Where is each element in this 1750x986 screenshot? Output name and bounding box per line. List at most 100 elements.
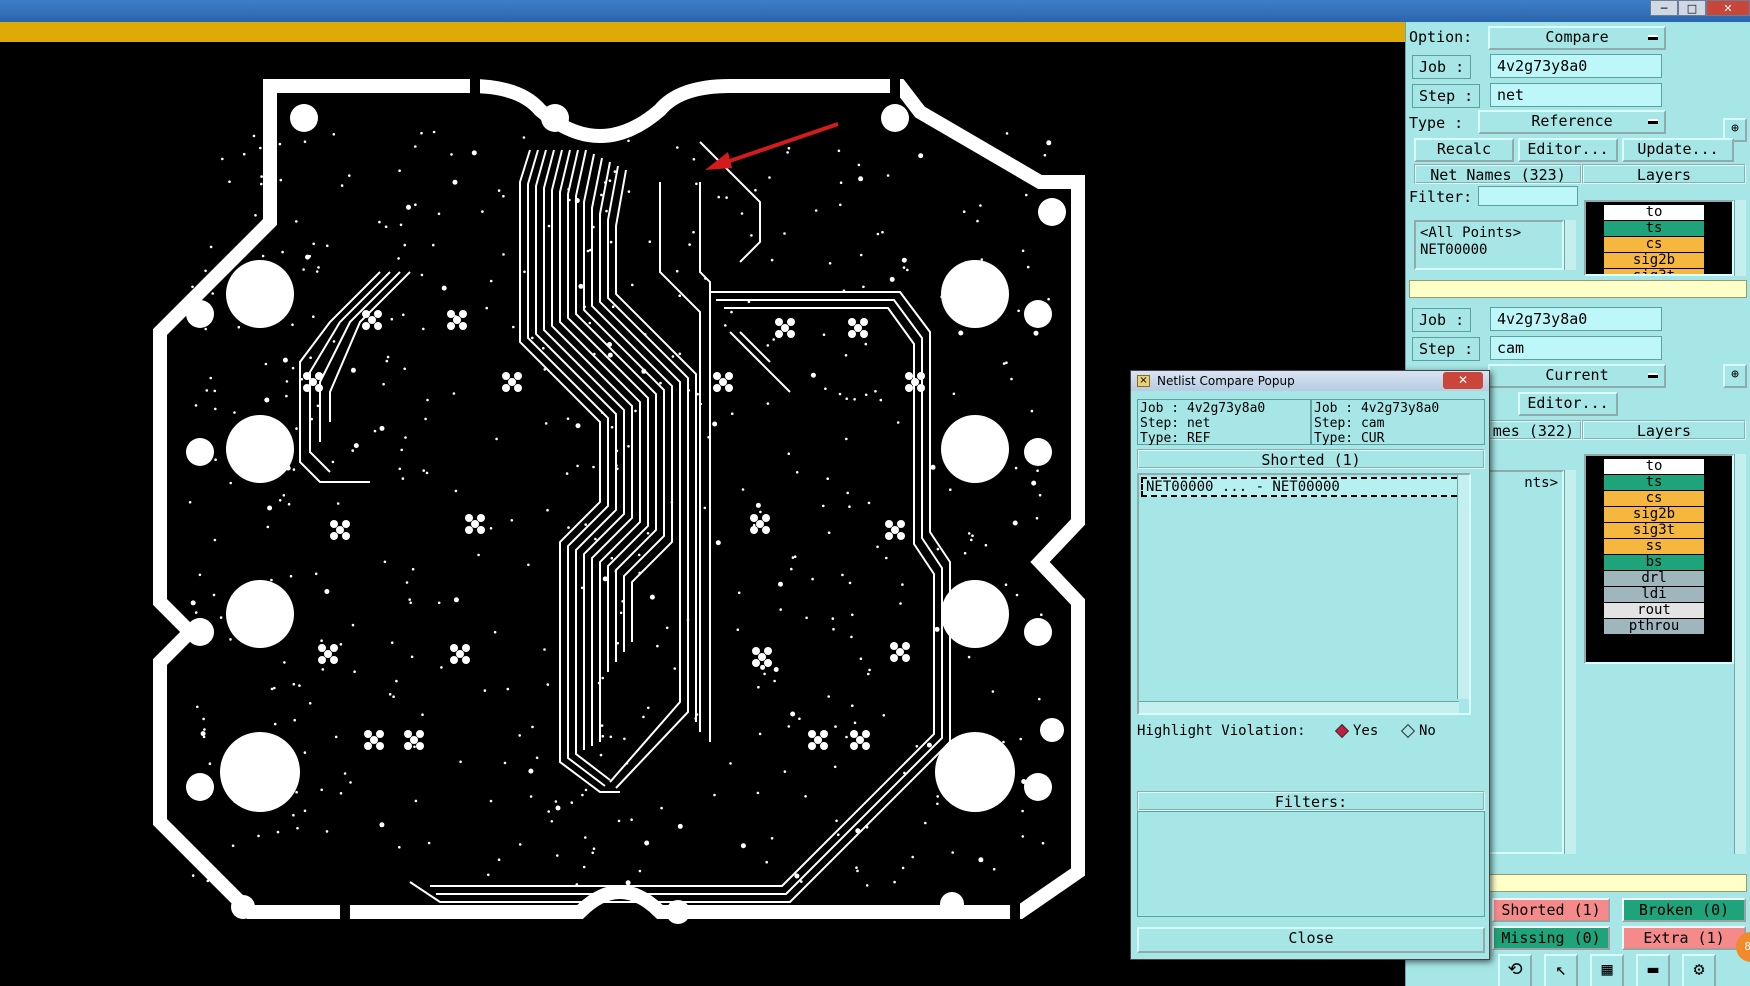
via-dot	[600, 193, 603, 197]
shorted-item[interactable]: NET00000 ... - NET00000	[1141, 477, 1467, 497]
cur-editor-button[interactable]: Editor...	[1518, 392, 1618, 416]
via-dot	[992, 777, 996, 780]
layer-item-ldi[interactable]: ldi	[1604, 587, 1704, 602]
via-dot	[383, 560, 387, 564]
ref-type-label: Type:	[1140, 431, 1180, 446]
popup-title-bar[interactable]: × Netlist Compare Popup ✕	[1131, 371, 1489, 391]
via-dot	[1010, 377, 1013, 381]
update-button[interactable]: Update...	[1622, 138, 1734, 162]
highlight-yes-radio[interactable]: Yes	[1334, 723, 1378, 739]
via-dot	[522, 136, 526, 139]
layer-item-bs[interactable]: bs	[1604, 555, 1704, 570]
via-dot	[725, 196, 728, 199]
via-dot	[211, 292, 214, 295]
layer-item-drl[interactable]: drl	[1604, 571, 1704, 586]
ref-editor-button[interactable]: Editor...	[1518, 138, 1618, 162]
close-window-button[interactable]: ✕	[1706, 0, 1750, 16]
highlight-no-radio[interactable]: No	[1400, 723, 1436, 739]
via-dot	[378, 220, 381, 224]
maximize-button[interactable]: □	[1678, 0, 1706, 16]
layer-item-ss[interactable]: ss	[1604, 539, 1704, 554]
zoom-icon[interactable]: ⊕	[1723, 364, 1747, 388]
layer-item-ts[interactable]: ts	[1604, 475, 1704, 490]
via-dot	[644, 840, 650, 846]
layer-item-sig2b[interactable]: sig2b	[1604, 507, 1704, 522]
layer-item-rout[interactable]: rout	[1604, 603, 1704, 618]
shorted-hscrollbar[interactable]	[1139, 701, 1459, 713]
via-dot	[647, 706, 650, 710]
layer-item-to[interactable]: to	[1604, 205, 1704, 220]
via-dot	[976, 278, 979, 281]
ref-layer-list[interactable]: to ts cs sig2b sig3t	[1584, 200, 1734, 276]
net-item[interactable]: <All Points>	[1420, 225, 1558, 242]
recalc-button[interactable]: Recalc	[1414, 138, 1514, 162]
via-dot	[963, 551, 967, 555]
cur-layer-scrollbar[interactable]	[1734, 454, 1746, 854]
via-dot	[988, 615, 992, 618]
via-dot	[283, 661, 286, 664]
via-dot	[750, 234, 753, 237]
ref-job-field[interactable]: 4v2g73y8a0	[1490, 54, 1662, 78]
via-dot	[839, 181, 843, 184]
via-dot	[853, 721, 857, 725]
via-dot	[924, 821, 927, 825]
via-dot	[855, 866, 858, 869]
cur-step-field[interactable]: cam	[1490, 336, 1662, 360]
via-dot	[730, 310, 733, 314]
via-dot	[885, 556, 888, 560]
layer-item-cs[interactable]: cs	[1604, 237, 1704, 252]
option-dropdown[interactable]: Compare	[1488, 26, 1666, 50]
close-button[interactable]: Close	[1137, 927, 1485, 953]
ref-net-names-header[interactable]: Net Names (323)	[1414, 164, 1582, 184]
via-dot	[554, 800, 558, 803]
shorted-header: Shorted (1)	[1137, 449, 1485, 469]
cur-net-scrollbar[interactable]	[1564, 470, 1576, 854]
signal-traces	[299, 141, 951, 903]
grid-view-icon[interactable]: ▦	[1590, 954, 1624, 986]
popup-close-x-button[interactable]: ✕	[1443, 372, 1483, 389]
via-dot	[992, 867, 996, 871]
layer-item-cs[interactable]: cs	[1604, 491, 1704, 506]
layer-item-pthrou[interactable]: pthrou	[1604, 619, 1704, 634]
via-dot	[264, 397, 270, 403]
layer-item-sig3t[interactable]: sig3t	[1604, 523, 1704, 538]
via-dot	[1036, 625, 1039, 629]
measure-icon[interactable]: ▬	[1636, 954, 1670, 986]
shorted-vscrollbar[interactable]	[1457, 475, 1469, 699]
settings-icon[interactable]: ⚙	[1682, 954, 1716, 986]
no-label: No	[1419, 723, 1436, 739]
via-dot	[996, 746, 999, 750]
via-dot	[979, 204, 982, 207]
filter-input[interactable]	[1478, 186, 1578, 206]
broken-status-button[interactable]: Broken (0)	[1622, 898, 1746, 922]
via-dot	[712, 421, 718, 427]
minimize-button[interactable]: ─	[1650, 0, 1678, 16]
layer-item-sig2b[interactable]: sig2b	[1604, 253, 1704, 268]
ref-net-scrollbar[interactable]	[1564, 220, 1576, 270]
layer-item-sig3t[interactable]: sig3t	[1604, 269, 1704, 274]
via-dot	[752, 523, 756, 527]
via-dot	[340, 184, 344, 187]
ref-net-list[interactable]: <All Points> NET00000	[1414, 220, 1564, 270]
shorted-list[interactable]: NET00000 ... - NET00000	[1137, 473, 1471, 715]
missing-status-button[interactable]: Missing (0)	[1492, 926, 1610, 950]
select-net-icon[interactable]: ↖	[1544, 954, 1578, 986]
shorted-status-button[interactable]: Shorted (1)	[1492, 898, 1610, 922]
net-item[interactable]: NET00000	[1420, 242, 1558, 259]
cur-job-field[interactable]: 4v2g73y8a0	[1490, 307, 1662, 331]
ref-layer-scrollbar[interactable]	[1734, 200, 1746, 276]
cur-layer-list[interactable]: to ts cs sig2b sig3t ss bs drl ldi rout pthrou	[1584, 454, 1734, 664]
via-dot	[282, 357, 288, 363]
undo-view-icon[interactable]: ⟲	[1498, 954, 1532, 986]
ref-type-dropdown[interactable]: Reference	[1478, 110, 1666, 134]
layer-item-ts[interactable]: ts	[1604, 221, 1704, 236]
via-dot	[425, 471, 429, 475]
via-dot	[291, 323, 294, 327]
via-dot	[936, 547, 940, 551]
layer-item-to[interactable]: to	[1604, 459, 1704, 474]
via-dot	[766, 344, 770, 347]
cur-type-dropdown[interactable]: Current	[1488, 364, 1666, 388]
extra-status-button[interactable]: Extra (1)	[1622, 926, 1746, 950]
ref-step-field[interactable]: net	[1490, 83, 1662, 107]
via-dot	[261, 254, 265, 258]
